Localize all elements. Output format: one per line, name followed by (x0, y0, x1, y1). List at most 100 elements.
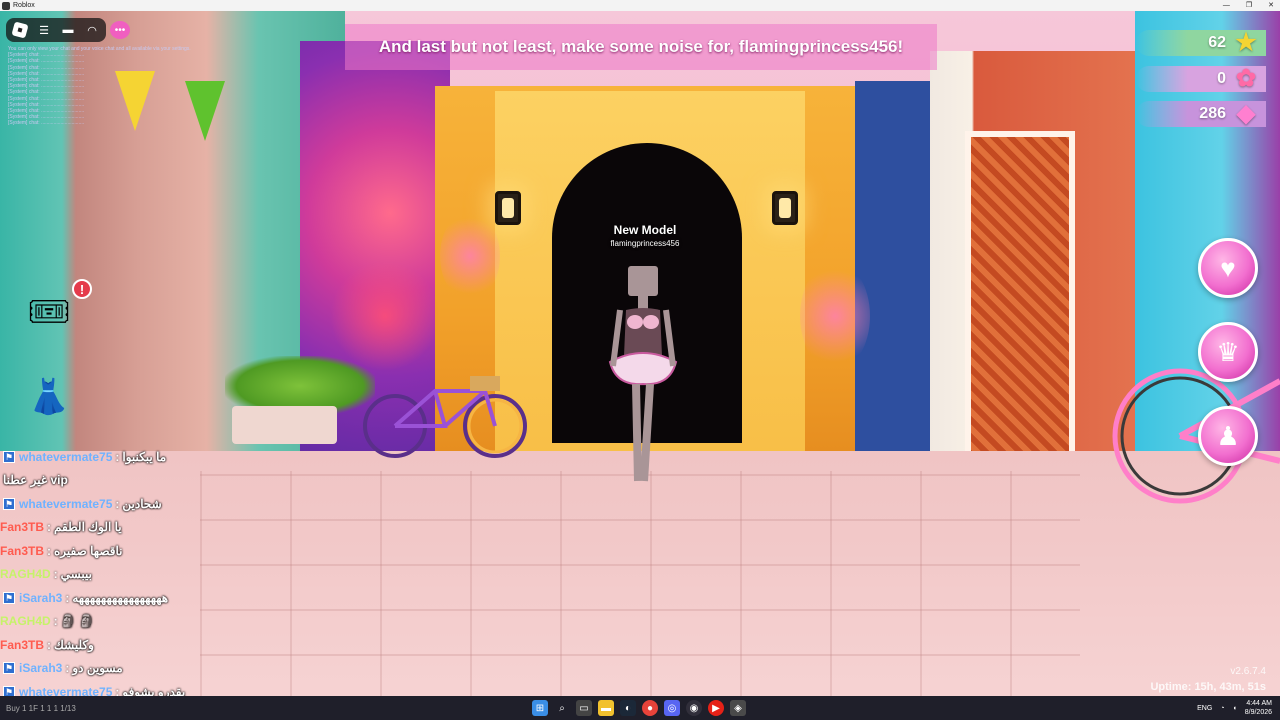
planter-box (232, 406, 337, 444)
hamburger-menu-icon[interactable]: ☰ (34, 21, 54, 39)
model-nametag: New Model flamingprincess456 (560, 223, 730, 248)
chat-username[interactable]: RAGH4D (0, 567, 51, 581)
chat-text: مسوين دو (72, 661, 123, 676)
flower-icon[interactable]: ✿ (1230, 62, 1262, 94)
clock[interactable]: 4:44 AM 8/9/2026 (1245, 699, 1272, 717)
maximize-button[interactable]: ❐ (1246, 0, 1252, 11)
chat-username[interactable]: whatevermate75 (19, 497, 112, 511)
chat-text: شحادين (122, 496, 162, 511)
roblox-taskbar-icon[interactable]: ◈ (730, 700, 746, 716)
chat-message: ⚑ iSarah3: مسوين دو (0, 657, 260, 681)
user-badge-icon: ⚑ (3, 450, 15, 463)
chat-text: ما يبكنبوا (122, 449, 167, 464)
language-indicator[interactable]: ENG (1197, 705, 1212, 712)
chat-separator: : (65, 661, 70, 676)
chat-username[interactable]: Fan3TB (0, 544, 44, 558)
roblox-menu-button[interactable] (10, 21, 30, 39)
youtube-icon[interactable]: ▶ (708, 700, 724, 716)
window-title: Roblox (13, 2, 35, 9)
game-viewport[interactable]: New Model flamingprincess456 And last bu… (0, 11, 1280, 696)
trophy-icon: ♛ (1216, 336, 1240, 367)
clock-date: 8/9/2026 (1244, 709, 1272, 716)
stars-count: 62 (1208, 34, 1226, 51)
user-badge-icon: ⚑ (3, 685, 15, 696)
wall-lamp (772, 191, 798, 225)
search-icon[interactable]: ⌕ (554, 700, 570, 716)
system-log-line: [System] chat: .........................… (8, 120, 85, 127)
trophy-button[interactable]: ♛ (1198, 322, 1258, 382)
bonus-pass-button[interactable]: 🎟 (18, 281, 80, 343)
file-explorer-icon[interactable]: ▬ (598, 700, 614, 716)
obs-icon[interactable]: ◉ (686, 700, 702, 716)
purple-bicycle (363, 376, 527, 458)
system-tray: ENG ◔ ◖ 4:44 AM 8/9/2026 (1197, 699, 1272, 717)
chat-message: RAGH4D: 🗿 🗿 (0, 610, 260, 634)
star-icon[interactable]: ★ (1230, 26, 1262, 58)
task-view-icon[interactable]: ▭ (576, 700, 592, 716)
pose-icon: ♟ (1216, 420, 1240, 451)
hearts-icon: ♥ (1220, 252, 1236, 283)
chat-text: يا الوك الطقم (54, 520, 122, 535)
headphones-icon[interactable]: ◠ (82, 21, 102, 39)
chat-separator: : (115, 496, 120, 511)
model-avatar[interactable] (608, 266, 678, 491)
windows-taskbar: Buy 1 1F 1 1 1 1/13 ⊞ ⌕ ▭ ▬ ◐ ● ◎ ◉ ▶ ◈ … (0, 696, 1280, 720)
chat-log[interactable]: ⚑ whatevermate75: ما يبكنبوا غير عطنا vip ⚑ w… (0, 445, 260, 696)
chat-username[interactable]: iSarah3 (19, 591, 62, 605)
window-titlebar: Roblox — ❐ ✕ (0, 0, 1280, 11)
gem-icon[interactable]: ◆ (1230, 97, 1262, 129)
chat-message: ⚑ whatevermate75: يقدرو يشوفو (0, 680, 260, 696)
alert-icon: ! (72, 279, 92, 299)
chat-separator: : (47, 543, 52, 558)
chat-message: Fan3TB: يا الوك الطقم (0, 516, 260, 540)
flower-decoration (800, 261, 870, 371)
taskbar-apps: ⊞ ⌕ ▭ ▬ ◐ ● ◎ ◉ ▶ ◈ (532, 700, 746, 716)
clock-time: 4:44 AM (1246, 700, 1272, 707)
chrome-icon[interactable]: ● (642, 700, 658, 716)
chat-message: غير عطنا vip (0, 469, 260, 493)
chat-separator: : (53, 614, 58, 629)
chat-separator: : (53, 567, 58, 582)
user-badge-icon: ⚑ (3, 591, 15, 604)
chat-message: ⚑ iSarah3: ههههههههههههههههه (0, 586, 260, 610)
volume-icon[interactable]: ◖ (1233, 705, 1237, 712)
steam-icon[interactable]: ◐ (620, 700, 636, 716)
pose-button[interactable]: ♟ (1198, 406, 1258, 466)
chat-separator: : (65, 590, 70, 605)
chat-separator: : (115, 684, 120, 696)
taskbar-left-text: Buy 1 1F 1 1 1 1/13 (6, 703, 76, 713)
wall-lamp (495, 191, 521, 225)
chat-message: Fan3TB: وكليشك (0, 633, 260, 657)
gems-count: 286 (1199, 105, 1226, 122)
roblox-toolbar: ☰ ▬ ◠ (6, 18, 106, 42)
dressing-kit-button[interactable]: 👗 (18, 366, 80, 428)
chat-text: غير عطنا vip (3, 473, 68, 488)
wardrobe-icon: 👗 (27, 378, 71, 416)
chat-username[interactable]: RAGH4D (0, 614, 51, 628)
chat-bubble-icon[interactable]: ••• (110, 21, 130, 39)
currency-flowers: 0 ✿ (1136, 65, 1266, 92)
currency-stars: 62 ★ (1136, 29, 1266, 56)
floor-tiles (200, 471, 1080, 696)
chat-text: ناقصها صفيره (54, 543, 123, 558)
chat-username[interactable]: iSarah3 (19, 661, 62, 675)
chat-username[interactable]: Fan3TB (0, 520, 44, 534)
version-label: v2.6.7.4 (1230, 666, 1266, 677)
user-badge-icon: ⚑ (3, 497, 15, 510)
chat-text: 🗿 🗿 (60, 614, 94, 629)
model-username: flamingprincess456 (610, 239, 680, 248)
chat-message: ⚑ whatevermate75: شحادين (0, 492, 260, 516)
chat-separator: : (47, 637, 52, 652)
discord-icon[interactable]: ◎ (664, 700, 680, 716)
close-button[interactable]: ✕ (1268, 0, 1274, 11)
start-icon[interactable]: ⊞ (532, 700, 548, 716)
minimize-button[interactable]: — (1223, 0, 1230, 11)
chat-username[interactable]: whatevermate75 (19, 450, 112, 464)
flower-decoration (440, 211, 500, 301)
chat-text: بيبسي (60, 567, 92, 582)
chat-toggle-icon[interactable]: ▬ (58, 21, 78, 39)
chat-username[interactable]: Fan3TB (0, 638, 44, 652)
chat-username[interactable]: whatevermate75 (19, 685, 112, 696)
hearts-button[interactable]: ♥ (1198, 238, 1258, 298)
wifi-icon[interactable]: ◔ (1220, 705, 1224, 712)
